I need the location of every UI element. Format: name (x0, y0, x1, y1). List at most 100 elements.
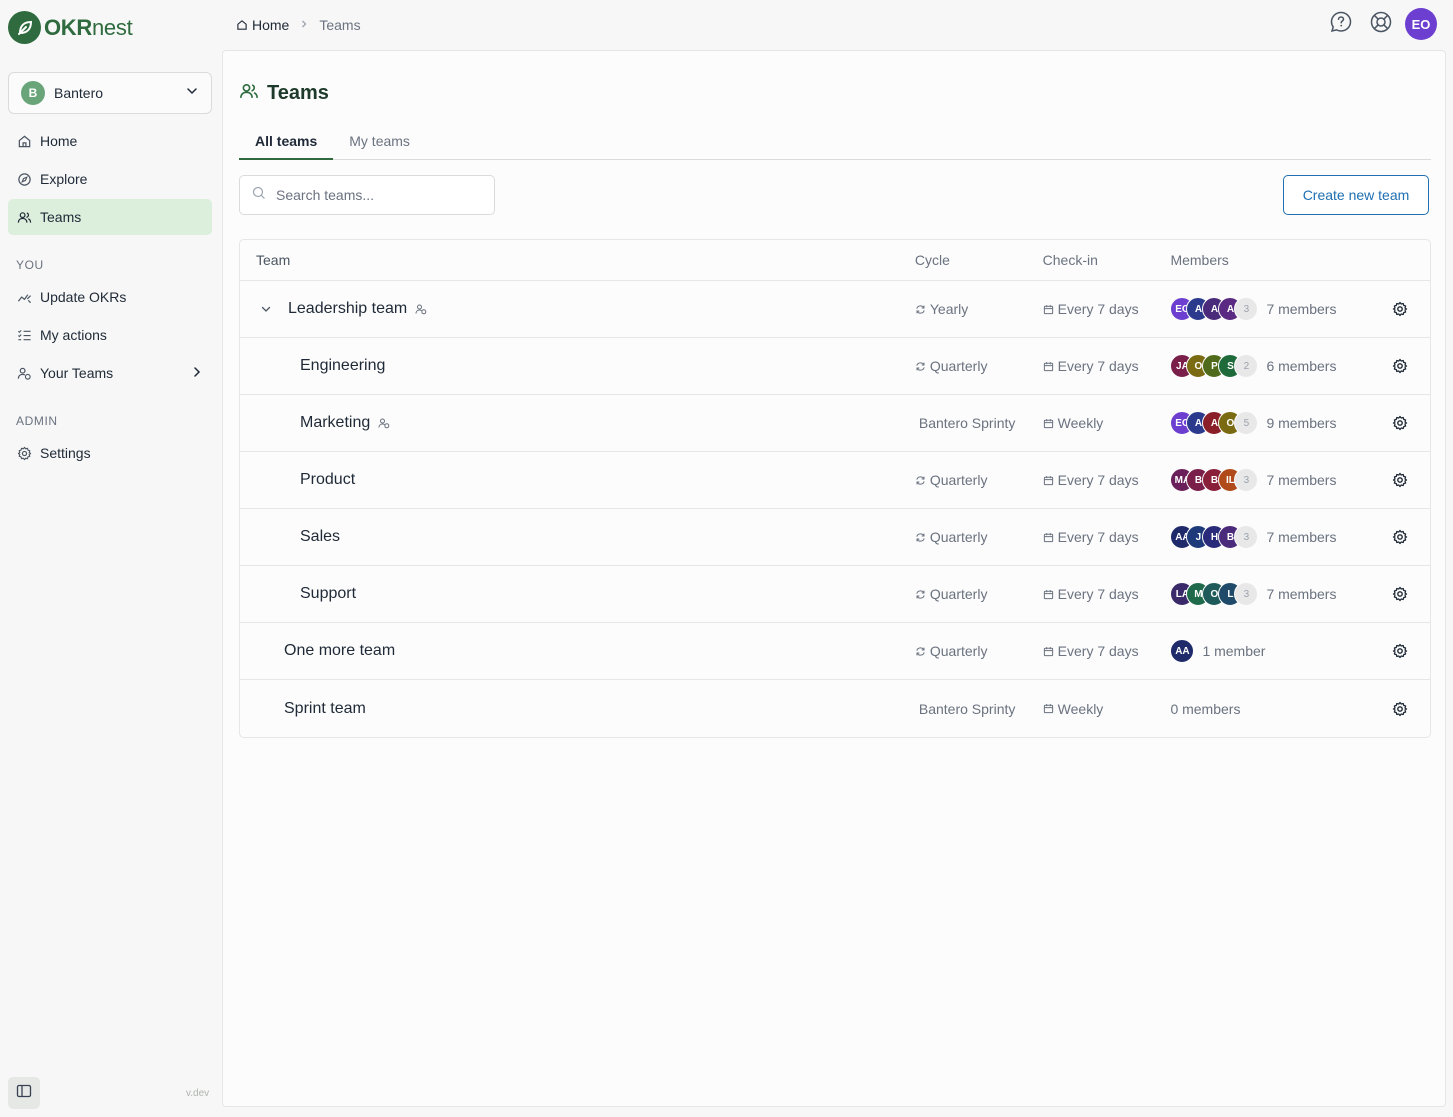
cycle-value: Bantero Sprinty (918, 700, 1016, 717)
cycle-value: Quarterly (929, 358, 988, 374)
team-name[interactable]: Sprint team (284, 700, 366, 718)
more-members-count: 3 (1234, 582, 1259, 606)
column-header-members: Members (1170, 252, 1229, 268)
cycle-value: Yearly (929, 301, 969, 317)
team-settings-button[interactable] (1392, 472, 1408, 488)
table-row[interactable]: Sprint team Bantero Sprinty Weekly 0 member… (240, 680, 1430, 737)
tab-my-teams[interactable]: My teams (333, 127, 426, 160)
checkin-value: Every 7 days (1057, 301, 1139, 317)
breadcrumb-home-link[interactable]: Home (252, 17, 289, 33)
top-actions: EO (1317, 8, 1437, 40)
gear-icon (1392, 358, 1408, 374)
org-switcher[interactable]: B Bantero (8, 72, 212, 114)
team-settings-button[interactable] (1392, 415, 1408, 431)
checkin-value: Every 7 days (1057, 529, 1139, 545)
page-header: Teams (239, 81, 329, 106)
calendar-icon (1043, 418, 1054, 429)
sidebar-item-teams[interactable]: Teams (8, 199, 212, 235)
sidebar-item-settings[interactable]: Settings (8, 435, 212, 471)
user-group-icon (16, 365, 32, 381)
more-members-count: 2 (1234, 354, 1259, 378)
list-checks-icon (16, 327, 32, 343)
team-settings-button[interactable] (1392, 358, 1408, 374)
support-button[interactable] (1365, 8, 1397, 40)
sidebar-item-label: Update OKRs (40, 289, 127, 305)
sidebar-toggle-button[interactable] (8, 1077, 40, 1109)
repeat-icon (915, 361, 926, 372)
member-count: 0 members (1170, 700, 1241, 717)
breadcrumb: Home Teams (236, 17, 361, 33)
member-count: 6 members (1266, 358, 1337, 374)
sidebar-item-home[interactable]: Home (8, 123, 212, 159)
member-avatars[interactable]: EO A A O 5 (1170, 411, 1259, 435)
gear-icon (1392, 529, 1408, 545)
table-body: Leadership team Yearly Every 7 days EO A A A 3 7… (240, 281, 1430, 737)
member-avatars[interactable]: AA J H B 3 (1170, 525, 1259, 549)
table-row[interactable]: One more team Quarterly Every 7 days AA 1 me… (240, 623, 1430, 680)
more-members-count: 3 (1234, 297, 1259, 321)
chevron-down-icon[interactable] (260, 303, 272, 315)
member-count: 7 members (1266, 586, 1337, 602)
team-settings-button[interactable] (1392, 301, 1408, 317)
table-row[interactable]: Leadership team Yearly Every 7 days EO A A A 3 7… (240, 281, 1430, 338)
checkin-value: Every 7 days (1057, 586, 1139, 602)
gear-icon (1392, 586, 1408, 602)
sidebar-item-your-teams[interactable]: Your Teams (8, 355, 212, 391)
create-team-button[interactable]: Create new team (1283, 175, 1429, 215)
team-name[interactable]: Leadership team (288, 300, 407, 318)
brand-name: OKRnest (44, 14, 133, 40)
calendar-icon (1043, 589, 1054, 600)
more-members-count: 3 (1234, 468, 1259, 492)
member-avatars[interactable]: MA B B IL 3 (1170, 468, 1259, 492)
version-label: v.dev (186, 1088, 210, 1099)
team-name[interactable]: Marketing (300, 414, 370, 432)
teams-table: Team Cycle Check-in Members Leadership t… (239, 239, 1431, 738)
gear-icon (1392, 701, 1408, 717)
team-name[interactable]: Sales (300, 528, 340, 546)
checkin-value: Every 7 days (1057, 472, 1139, 488)
sidebar-item-my-actions[interactable]: My actions (8, 317, 212, 353)
users-icon (239, 81, 259, 106)
member-avatars[interactable]: LA M O L 3 (1170, 582, 1259, 606)
gear-icon (1392, 415, 1408, 431)
member-count: 7 members (1266, 472, 1337, 488)
sidebar-item-update-okrs[interactable]: Update OKRs (8, 279, 212, 315)
help-button[interactable] (1325, 8, 1357, 40)
calendar-icon (1043, 532, 1054, 543)
member-avatars[interactable]: JA O P S 2 (1170, 354, 1259, 378)
table-row[interactable]: Sales Quarterly Every 7 days AA J H B 3 7 member… (240, 509, 1430, 566)
member-avatars[interactable]: EO A A A 3 (1170, 297, 1259, 321)
team-settings-button[interactable] (1392, 701, 1408, 717)
logo[interactable]: OKRnest (8, 11, 133, 44)
calendar-icon (1043, 304, 1054, 315)
table-row[interactable]: Engineering Quarterly Every 7 days JA O P S 2 6 … (240, 338, 1430, 395)
cycle-value: Quarterly (929, 472, 988, 488)
user-avatar[interactable]: EO (1405, 8, 1437, 40)
table-row[interactable]: Support Quarterly Every 7 days LA M O L 3 7 memb… (240, 566, 1430, 623)
sidebar-item-explore[interactable]: Explore (8, 161, 212, 197)
team-settings-button[interactable] (1392, 643, 1408, 659)
team-name[interactable]: One more team (284, 642, 395, 660)
table-row[interactable]: Product Quarterly Every 7 days MA B B IL 3 7 mem… (240, 452, 1430, 509)
lifebuoy-icon (1369, 10, 1393, 39)
team-name[interactable]: Engineering (300, 357, 385, 375)
tab-all-teams[interactable]: All teams (239, 127, 334, 160)
team-name[interactable]: Product (300, 471, 355, 489)
sidebar-item-label: Settings (40, 445, 91, 461)
sidebar-item-label: Explore (40, 171, 88, 187)
team-name[interactable]: Support (300, 585, 356, 603)
gear-icon (1392, 472, 1408, 488)
panel-left-icon (16, 1083, 32, 1104)
search-input[interactable] (276, 187, 476, 203)
team-settings-button[interactable] (1392, 586, 1408, 602)
checkin-value: Weekly (1057, 700, 1104, 717)
chevron-right-icon (190, 365, 204, 382)
sidebar-item-label: My actions (40, 327, 107, 343)
breadcrumb-current: Teams (319, 17, 361, 33)
tab-bar: All teams My teams (239, 127, 1431, 160)
team-settings-button[interactable] (1392, 529, 1408, 545)
checkin-value: Every 7 days (1057, 643, 1139, 659)
member-avatars[interactable]: AA (1170, 639, 1195, 663)
table-row[interactable]: Marketing Bantero Sprinty Weekly EO A A O 5 9 me… (240, 395, 1430, 452)
chevron-right-icon (299, 18, 309, 32)
